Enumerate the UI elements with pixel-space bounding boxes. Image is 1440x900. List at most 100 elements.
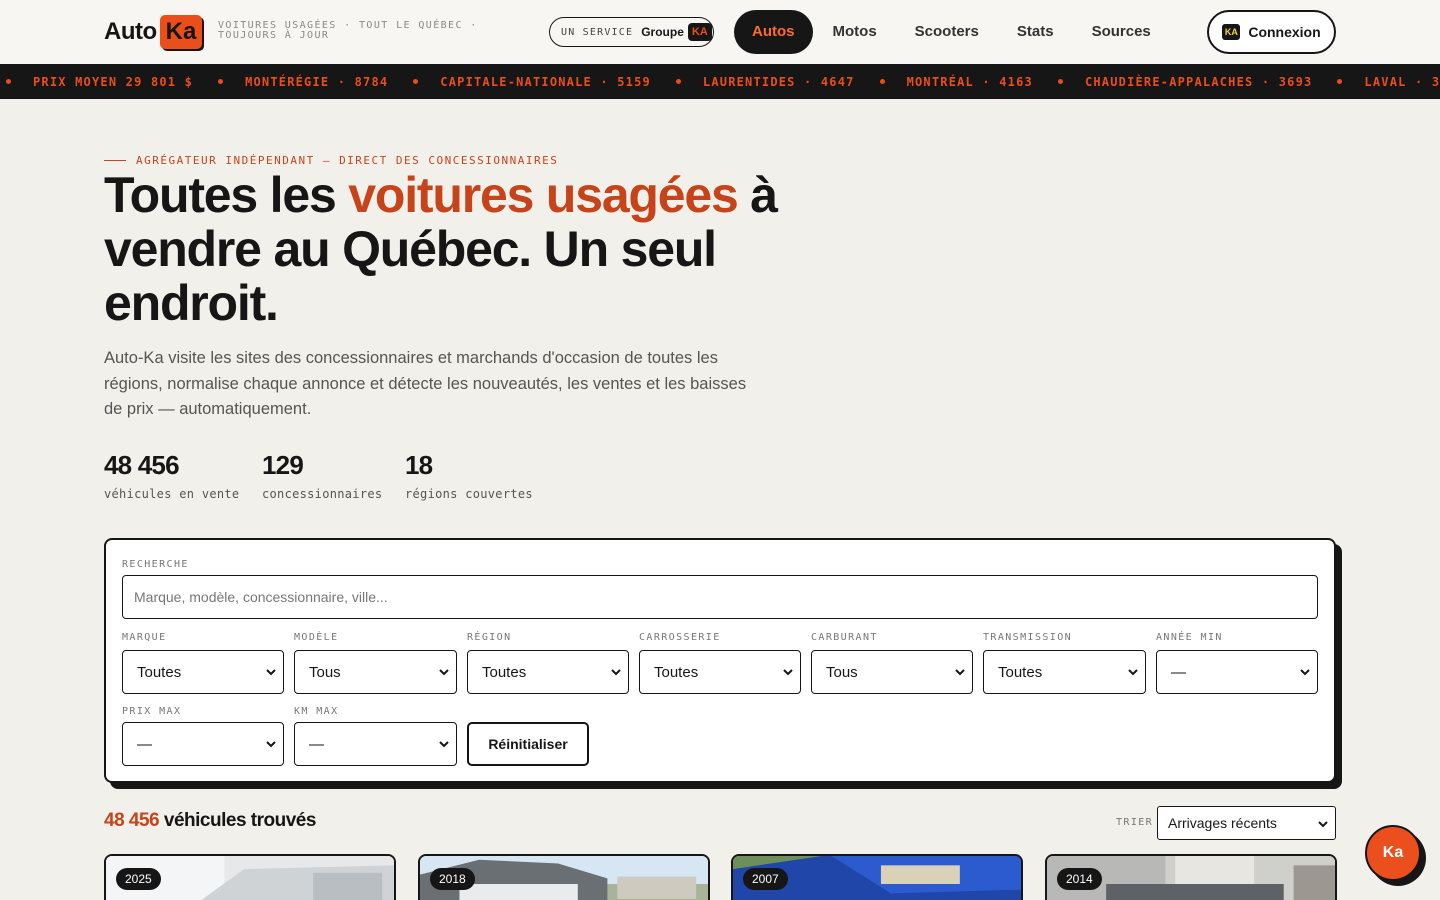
- service-ka-logo: KA: [687, 23, 712, 41]
- ticker-track: PRIX MOYEN 29 801 $ MONTÉRÉGIE · 8784 CA…: [6, 64, 1440, 99]
- filter-label-transmission: TRANSMISSION: [983, 632, 1073, 643]
- select-modele[interactable]: Tous: [294, 650, 457, 694]
- select-value: Toutes: [654, 663, 699, 681]
- year-badge: 2014: [1057, 868, 1102, 890]
- select-transmission[interactable]: Toutes: [983, 650, 1146, 694]
- chevron-down-icon: [955, 669, 965, 676]
- nav-item-truncated[interactable]: Co: [1171, 10, 1186, 54]
- ticker-item: LAVAL · 3042: [1337, 75, 1440, 89]
- login-label: Connexion: [1248, 24, 1321, 40]
- tagline: VOITURES USAGÉES · TOUT LE QUÉBEC · TOUJ…: [218, 20, 478, 41]
- stat-label: véhicules en vente: [104, 487, 240, 501]
- dot-icon: [1057, 79, 1063, 84]
- site-header: Auto Ka VOITURES USAGÉES · TOUT LE QUÉBE…: [0, 0, 1440, 64]
- vehicle-card[interactable]: 2014: [1045, 854, 1337, 900]
- chevron-down-icon: [611, 669, 621, 676]
- select-km-max[interactable]: —: [294, 722, 457, 766]
- filter-panel: RECHERCHE MARQUE Toutes MODÈLE Tous RÉGI…: [104, 538, 1336, 783]
- nav-item-sources[interactable]: Sources: [1074, 10, 1169, 54]
- nav-item-motos[interactable]: Motos: [815, 10, 895, 54]
- results-count: 48 456 véhicules trouvés: [104, 810, 316, 832]
- vehicle-card[interactable]: 2025: [104, 854, 396, 900]
- select-prix-max[interactable]: —: [122, 722, 284, 766]
- ka-badge-icon: KA: [1222, 24, 1241, 40]
- hero-eyebrow: AGRÉGATEUR INDÉPENDANT — DIRECT DES CONC…: [104, 154, 558, 167]
- filter-label-region: RÉGION: [467, 632, 512, 643]
- stat-dealers: 129 concessionnaires: [262, 450, 382, 501]
- select-value: Toutes: [482, 663, 527, 681]
- filter-label-carrosserie: CARROSSERIE: [639, 632, 721, 643]
- year-badge: 2007: [743, 868, 788, 890]
- select-marque[interactable]: Toutes: [122, 650, 284, 694]
- dot-icon: [6, 79, 11, 84]
- sort-value: Arrivages récents: [1168, 815, 1277, 831]
- ticker-item: CHAUDIÈRE-APPALACHES · 3693: [1057, 75, 1337, 89]
- results-number: 48 456: [104, 810, 160, 831]
- select-annee-min[interactable]: —: [1156, 650, 1318, 694]
- eyebrow-rule: [104, 159, 126, 162]
- search-input[interactable]: [122, 575, 1318, 619]
- chevron-down-icon: [439, 741, 449, 748]
- sort-select[interactable]: Arrivages récents: [1157, 806, 1336, 840]
- groupe-ka-service-badge[interactable]: UN SERVICE Groupe KA: [549, 17, 714, 47]
- select-value: Tous: [826, 663, 858, 681]
- stat-value: 48 456: [104, 450, 180, 480]
- dot-icon: [218, 79, 224, 84]
- vehicle-card[interactable]: 2007: [731, 854, 1023, 900]
- nav-item-scooters[interactable]: Scooters: [897, 10, 997, 54]
- year-badge: 2025: [116, 868, 161, 890]
- dot-icon: [413, 79, 419, 84]
- chevron-down-icon: [1300, 669, 1310, 676]
- select-value: —: [137, 735, 152, 753]
- service-label: UN SERVICE: [561, 26, 634, 38]
- hero-title-part: Toutes les: [104, 167, 349, 223]
- stat-label: régions couvertes: [405, 487, 533, 501]
- chevron-down-icon: [266, 741, 276, 748]
- filter-label-marque: MARQUE: [122, 632, 167, 643]
- nav-item-stats[interactable]: Stats: [999, 10, 1072, 54]
- dot-icon: [879, 79, 885, 84]
- ticker-item: LAURENTIDES · 4647: [675, 75, 880, 89]
- chevron-down-icon: [439, 669, 449, 676]
- chevron-down-icon: [266, 669, 276, 676]
- service-groupe: Groupe: [641, 25, 684, 39]
- ticker-item: MONTRÉAL · 4163: [879, 75, 1058, 89]
- logo-ka-badge: Ka: [159, 15, 203, 49]
- filter-label-prix-max: PRIX MAX: [122, 706, 182, 717]
- chevron-down-icon: [1128, 669, 1138, 676]
- select-value: —: [1171, 663, 1186, 681]
- ticker-item: CAPITALE-NATIONALE · 5159: [413, 75, 676, 89]
- select-value: —: [309, 735, 324, 753]
- stat-regions: 18 régions couvertes: [405, 450, 533, 501]
- select-region[interactable]: Toutes: [467, 650, 629, 694]
- year-badge: 2018: [430, 868, 475, 890]
- nav-item-autos[interactable]: Autos: [734, 10, 813, 54]
- search-label: RECHERCHE: [122, 559, 189, 570]
- stat-vehicles: 48 456 véhicules en vente: [104, 450, 239, 501]
- results-label: véhicules trouvés: [159, 810, 317, 831]
- chevron-down-icon: [783, 669, 793, 676]
- stat-value: 18: [405, 450, 433, 480]
- filter-label-modele: MODÈLE: [294, 632, 339, 643]
- hero-title-accent: voitures usagées: [348, 167, 739, 223]
- filter-label-carburant: CARBURANT: [811, 632, 878, 643]
- hero-subtitle: Auto-Ka visite les sites des concessionn…: [104, 349, 747, 418]
- stat-label: concessionnaires: [262, 487, 383, 501]
- select-carburant[interactable]: Tous: [811, 650, 973, 694]
- logo-auto-text: Auto: [104, 18, 157, 45]
- chevron-down-icon: [1318, 821, 1328, 828]
- dot-icon: [1337, 79, 1343, 84]
- select-value: Toutes: [998, 663, 1043, 681]
- reset-button[interactable]: Réinitialiser: [467, 722, 589, 766]
- main-nav: Autos Motos Scooters Stats Sources Co: [734, 10, 1186, 54]
- logo[interactable]: Auto Ka: [104, 14, 203, 50]
- sort-label: TRIER: [1116, 817, 1154, 828]
- select-value: Toutes: [137, 663, 182, 681]
- vehicle-card[interactable]: 2018: [418, 854, 710, 900]
- stat-value: 129: [262, 450, 304, 480]
- select-carrosserie[interactable]: Toutes: [639, 650, 801, 694]
- login-button[interactable]: KA Connexion: [1207, 10, 1336, 54]
- eyebrow-text: AGRÉGATEUR INDÉPENDANT — DIRECT DES CONC…: [136, 154, 559, 167]
- chat-button[interactable]: Ka: [1365, 825, 1421, 881]
- hero-title: Toutes les voitures usagées à vendre au …: [104, 168, 844, 330]
